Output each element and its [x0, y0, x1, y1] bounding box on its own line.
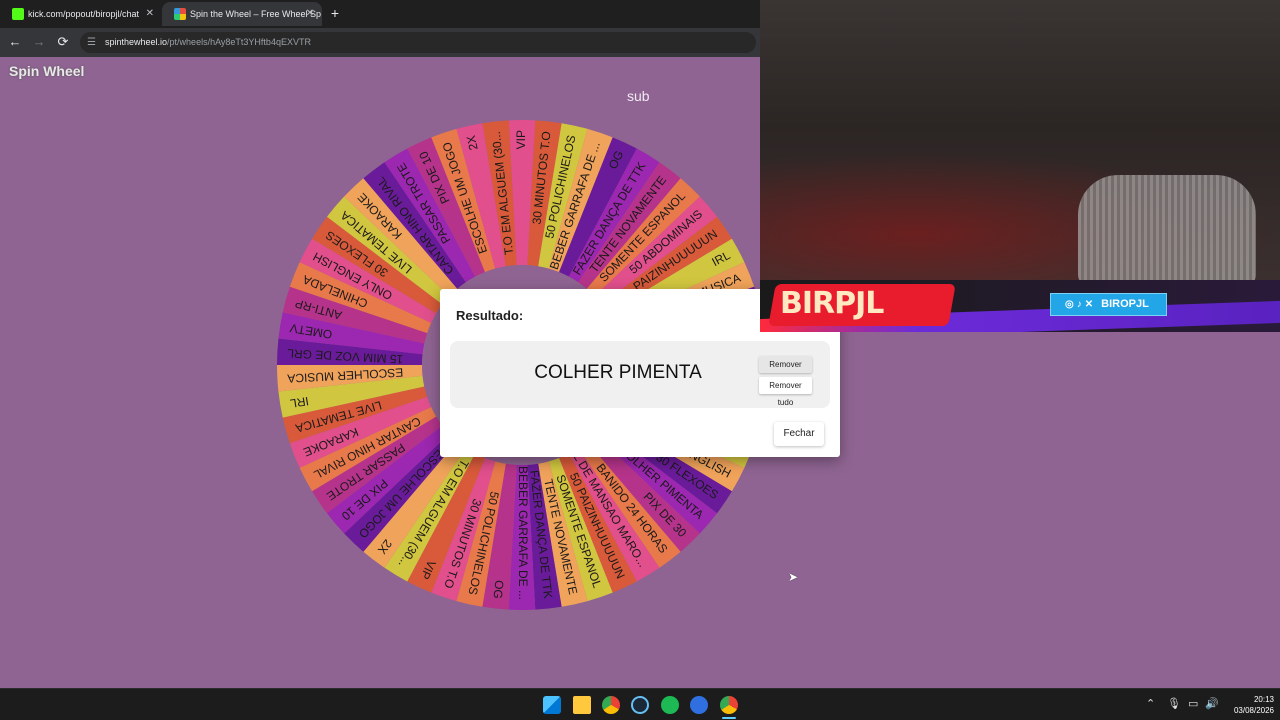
instagram-icon: ◎ — [1065, 299, 1074, 310]
windows-taskbar: ⌃ 🎙 ▭ 🔊 20:13 03/08/2026 — [0, 688, 1280, 720]
tiktok-icon: ♪ — [1076, 299, 1082, 310]
reload-button[interactable]: ⟳ — [55, 34, 71, 50]
mouse-cursor-icon: ➤ — [788, 570, 799, 584]
address-bar[interactable]: ☰ spinthewheel.io/pt/wheels/hAy8eTt3YHft… — [80, 32, 756, 53]
wheel-segment-label: VIP — [514, 130, 528, 149]
result-box: COLHER PIMENTA Remover Remover tudo — [450, 341, 830, 408]
clock-time: 20:13 — [1253, 695, 1274, 704]
ea-icon[interactable] — [690, 696, 708, 714]
tab-kick-chat[interactable]: kick.com/popout/biropjl/chat ✕ — [0, 2, 162, 26]
site-info-icon[interactable]: ☰ — [87, 32, 96, 53]
spinwheel-favicon-icon — [174, 8, 186, 20]
close-tab-icon[interactable]: ✕ — [306, 2, 314, 26]
chevron-up-icon[interactable]: ⌃ — [1146, 697, 1155, 710]
back-button[interactable]: ← — [7, 34, 23, 50]
webcam-feed — [760, 0, 1280, 280]
streamer-logo-text: BIRPJL — [780, 286, 884, 321]
wheel-title: sub — [627, 88, 650, 104]
tab-title: Spin the Wheel – Free Wheel Sp — [190, 9, 322, 19]
remove-all-button[interactable]: Remover tudo — [759, 377, 812, 407]
chrome-icon[interactable] — [720, 696, 738, 714]
social-badge: ◎ ♪ ✕ BIROPJL — [1050, 293, 1167, 316]
network-icon[interactable]: ▭ — [1188, 697, 1198, 710]
remove-button[interactable]: Remover — [759, 356, 812, 373]
chair-image — [1078, 175, 1256, 280]
x-icon: ✕ — [1084, 299, 1094, 310]
microphone-icon[interactable]: 🎙 — [1167, 697, 1181, 710]
new-tab-button[interactable]: + — [327, 5, 343, 21]
site-logo[interactable]: Spin Wheel — [9, 63, 84, 79]
close-button[interactable]: Fechar — [774, 422, 824, 446]
wheel-segment-label: OG — [490, 579, 506, 599]
dialog-title: Resultado: — [456, 308, 524, 323]
active-app-indicator — [722, 717, 736, 719]
clock-date: 03/08/2026 — [1233, 706, 1274, 715]
kick-favicon-icon — [12, 8, 24, 20]
system-clock[interactable]: 20:13 03/08/2026 — [1222, 694, 1274, 716]
file-explorer-icon[interactable] — [573, 696, 591, 714]
tab-spin-the-wheel[interactable]: Spin the Wheel – Free Wheel Sp ✕ — [162, 2, 322, 26]
url-path: /pt/wheels/hAy8eTt3YHftb4qEXVTR — [167, 37, 311, 47]
steam-icon[interactable] — [631, 696, 649, 714]
social-handle: BIROPJL — [1101, 298, 1149, 310]
spotify-icon[interactable] — [661, 696, 679, 714]
tab-strip: kick.com/popout/biropjl/chat ✕ Spin the … — [0, 0, 760, 28]
start-icon[interactable] — [543, 696, 561, 714]
chrome-icon[interactable] — [602, 696, 620, 714]
volume-icon[interactable]: 🔊 — [1205, 697, 1219, 710]
forward-button[interactable]: → — [31, 34, 47, 50]
stream-overlay-banner: BIRPJL ◎ ♪ ✕ BIROPJL — [760, 280, 1280, 332]
wheel-segment-label: BEBER GARRAFA DE ... — [516, 466, 530, 600]
result-value: COLHER PIMENTA — [534, 362, 702, 383]
tab-title: kick.com/popout/biropjl/chat — [28, 9, 140, 19]
close-tab-icon[interactable]: ✕ — [146, 2, 154, 26]
navigation-bar: ← → ⟳ ☰ spinthewheel.io/pt/wheels/hAy8eT… — [0, 28, 760, 57]
url-host: spinthewheel.io — [105, 37, 168, 47]
browser-window-chrome: kick.com/popout/biropjl/chat ✕ Spin the … — [0, 0, 760, 57]
